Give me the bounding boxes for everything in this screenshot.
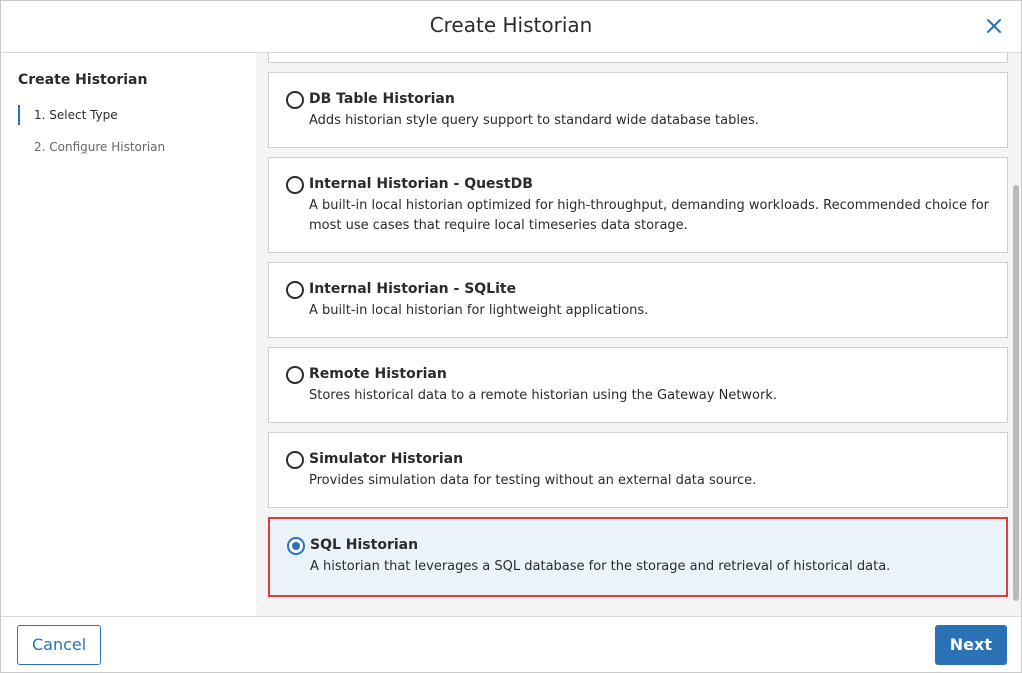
option-description: A built-in local historian for lightweig…	[309, 303, 649, 318]
step-select-type[interactable]: 1. Select Type	[18, 103, 165, 135]
wizard-steps: 1. Select Type 2. Configure Historian	[18, 103, 165, 167]
scrollbar-thumb[interactable]	[1013, 185, 1019, 601]
dialog-title: Create Historian	[429, 13, 593, 37]
radio-button[interactable]	[286, 366, 304, 384]
option-description: A historian that leverages a SQL databas…	[310, 559, 891, 574]
option-remote-historian[interactable]: Remote Historian Stores historical data …	[268, 347, 1008, 423]
radio-button[interactable]	[286, 91, 304, 109]
close-icon[interactable]	[983, 15, 1005, 37]
dialog-header: Create Historian	[1, 1, 1021, 53]
option-description: Provides simulation data for testing wit…	[309, 473, 757, 488]
option-name: Internal Historian - SQLite	[309, 281, 517, 297]
option-name: SQL Historian	[310, 537, 419, 553]
radio-button-selected[interactable]	[287, 537, 305, 555]
historian-type-list: DB Table Historian Adds historian style …	[268, 53, 1008, 606]
next-button[interactable]: Next	[934, 625, 1007, 665]
option-simulator-historian[interactable]: Simulator Historian Provides simulation …	[268, 432, 1008, 508]
option-sql-historian[interactable]: SQL Historian A historian that leverages…	[268, 517, 1008, 597]
option-description: Adds historian style query support to st…	[309, 113, 759, 128]
radio-button[interactable]	[286, 281, 304, 299]
radio-button[interactable]	[286, 176, 304, 194]
option-description: Stores historical data to a remote histo…	[309, 388, 778, 403]
cancel-button[interactable]: Cancel	[17, 625, 102, 665]
create-historian-dialog: Create Historian Create Historian 1. Sel…	[0, 0, 1022, 673]
sidebar-title: Create Historian	[18, 72, 148, 88]
radio-button[interactable]	[286, 451, 304, 469]
option-name: Internal Historian - QuestDB	[309, 176, 533, 192]
wizard-sidebar: Create Historian 1. Select Type 2. Confi…	[1, 53, 256, 616]
option-internal-historian-questdb[interactable]: Internal Historian - QuestDB A built-in …	[268, 157, 1008, 253]
option-db-table-historian[interactable]: DB Table Historian Adds historian style …	[268, 72, 1008, 148]
option-description: A built-in local historian optimized for…	[309, 198, 990, 233]
historian-type-list-panel: DB Table Historian Adds historian style …	[256, 53, 1021, 616]
option-internal-historian-sqlite[interactable]: Internal Historian - SQLite A built-in l…	[268, 262, 1008, 338]
option-partial-top[interactable]	[268, 53, 1008, 63]
step-configure-historian[interactable]: 2. Configure Historian	[18, 135, 165, 167]
option-name: DB Table Historian	[309, 91, 455, 107]
dialog-footer: Cancel Next	[1, 616, 1021, 672]
option-name: Simulator Historian	[309, 451, 464, 467]
option-name: Remote Historian	[309, 366, 447, 382]
